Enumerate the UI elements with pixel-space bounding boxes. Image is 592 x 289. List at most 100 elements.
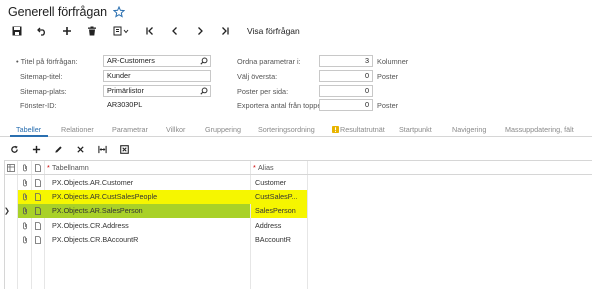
- required-indicator: •: [16, 57, 19, 66]
- export-top-label: Exportera antal från toppen:: [237, 101, 328, 110]
- tab-result-grid[interactable]: Resultatrutnät: [332, 125, 385, 134]
- sitemap-title-field[interactable]: Kunder: [103, 70, 211, 82]
- tab-result-grid-label: Resultatrutnät: [340, 125, 385, 134]
- note-icon[interactable]: [34, 207, 42, 215]
- sitemap-title-label: Sitemap-titel:: [20, 72, 63, 81]
- select-top-field[interactable]: 0: [319, 70, 373, 82]
- cell-table-name[interactable]: PX.Objects.AR.SalesPerson: [49, 204, 249, 218]
- delete-row-icon[interactable]: [74, 143, 86, 155]
- tab-grouping[interactable]: Gruppering: [205, 125, 241, 134]
- first-record-icon[interactable]: [143, 24, 157, 38]
- tab-sort-order[interactable]: Sorteringsordning: [258, 125, 315, 134]
- tab-bar: Tabeller Relationer Parametrar Villkor G…: [0, 123, 592, 137]
- view-query-button[interactable]: Visa förfrågan: [247, 26, 300, 36]
- star-icon[interactable]: [112, 5, 126, 18]
- tab-entry-point[interactable]: Startpunkt: [399, 125, 432, 134]
- cell-alias[interactable]: Address: [252, 219, 306, 233]
- table-row[interactable]: PX.Objects.CR.BAccountR BAccountR: [5, 233, 592, 247]
- current-row-indicator: ❯: [4, 208, 10, 215]
- note-icon: [35, 164, 41, 172]
- query-title-row: • Titel på förfrågan:: [16, 55, 78, 68]
- attachment-icon[interactable]: [21, 179, 29, 187]
- grid-settings-icon[interactable]: [7, 164, 15, 172]
- sitemap-location-label: Sitemap-plats:: [20, 87, 67, 96]
- note-icon[interactable]: [34, 179, 42, 187]
- fit-columns-icon[interactable]: [96, 143, 108, 155]
- records-per-page-label: Poster per sida:: [237, 87, 289, 96]
- note-icon[interactable]: [34, 236, 42, 244]
- attachment-icon[interactable]: [21, 207, 29, 215]
- records-per-page-value: 0: [364, 86, 369, 95]
- delete-icon[interactable]: [85, 24, 99, 38]
- query-title-field[interactable]: AR-Customers: [103, 55, 211, 67]
- cell-alias[interactable]: BAccountR: [252, 233, 306, 247]
- search-icon[interactable]: [200, 87, 208, 95]
- refresh-icon[interactable]: [8, 143, 20, 155]
- tables-grid: * Tabellnamn * Alias PX.Objects.AR.Custo…: [4, 160, 592, 289]
- main-toolbar: Visa förfrågan: [8, 22, 300, 40]
- select-top-value: 0: [364, 71, 369, 80]
- add-row-icon[interactable]: [30, 143, 42, 155]
- save-icon[interactable]: [10, 24, 24, 38]
- edit-icon[interactable]: [52, 143, 64, 155]
- arrange-params-field[interactable]: 3: [319, 55, 373, 67]
- warning-icon: [332, 126, 339, 133]
- cell-table-name[interactable]: PX.Objects.CR.Address: [49, 219, 249, 233]
- select-top-row: Välj översta:: [237, 70, 277, 83]
- attachment-icon[interactable]: [21, 236, 29, 244]
- grid-header: * Tabellnamn * Alias: [5, 161, 592, 175]
- next-record-icon[interactable]: [193, 24, 207, 38]
- previous-record-icon[interactable]: [168, 24, 182, 38]
- table-row[interactable]: PX.Objects.AR.Customer Customer: [5, 176, 592, 190]
- attachment-icon[interactable]: [21, 222, 29, 230]
- records-per-page-field[interactable]: 0: [319, 85, 373, 97]
- tab-tables[interactable]: Tabeller: [16, 125, 41, 134]
- tab-relations[interactable]: Relationer: [61, 125, 94, 134]
- active-tab-indicator: [10, 135, 48, 137]
- undo-icon[interactable]: [35, 24, 49, 38]
- export-excel-icon[interactable]: [118, 143, 130, 155]
- screen-id-label: Fönster-ID:: [20, 101, 57, 110]
- cell-alias[interactable]: CustSalesP...: [252, 190, 306, 204]
- table-row[interactable]: PX.Objects.CR.Address Address: [5, 219, 592, 233]
- cell-alias[interactable]: Customer: [252, 176, 306, 190]
- table-row[interactable]: PX.Objects.AR.CustSalesPeople CustSalesP…: [5, 190, 592, 204]
- note-icon[interactable]: [34, 193, 42, 201]
- sitemap-location-value: Primärlistor: [107, 86, 144, 95]
- cell-table-name[interactable]: PX.Objects.CR.BAccountR: [49, 233, 249, 247]
- required-indicator: *: [253, 163, 256, 172]
- select-top-label: Välj översta:: [237, 72, 278, 81]
- grid-toolbar: [8, 142, 140, 156]
- records-per-page-row: Poster per sida:: [237, 85, 288, 98]
- column-header-alias[interactable]: Alias: [258, 161, 274, 175]
- attachment-icon: [23, 164, 27, 172]
- title-bar: Generell förfrågan: [8, 3, 126, 21]
- arrange-params-row: Ordna parametrar i:: [237, 55, 301, 68]
- export-top-value: 0: [364, 100, 369, 109]
- cell-table-name[interactable]: PX.Objects.AR.Customer: [49, 176, 249, 190]
- note-icon[interactable]: [34, 222, 42, 230]
- tab-conditions[interactable]: Villkor: [166, 125, 185, 134]
- column-header-table-name[interactable]: Tabellnamn: [52, 161, 89, 175]
- copy-paste-dropdown-icon[interactable]: [110, 24, 132, 38]
- export-top-row: Exportera antal från toppen:: [237, 99, 327, 112]
- attachment-icon[interactable]: [21, 193, 29, 201]
- cell-table-name[interactable]: PX.Objects.AR.CustSalesPeople: [49, 190, 249, 204]
- screen-id-value: AR3030PL: [107, 100, 143, 109]
- tab-navigation[interactable]: Navigering: [452, 125, 486, 134]
- tab-parameters[interactable]: Parametrar: [112, 125, 148, 134]
- last-record-icon[interactable]: [218, 24, 232, 38]
- table-row[interactable]: ❯ PX.Objects.AR.SalesPerson SalesPerson: [4, 204, 592, 218]
- arrange-params-label: Ordna parametrar i:: [237, 57, 301, 66]
- arrange-params-value: 3: [364, 56, 369, 65]
- records-suffix: Poster: [377, 101, 399, 110]
- add-icon[interactable]: [60, 24, 74, 38]
- search-icon[interactable]: [200, 57, 208, 65]
- tab-mass-update-fields[interactable]: Massuppdatering, fält: [505, 125, 574, 134]
- query-title-value: AR-Customers: [107, 56, 155, 65]
- export-top-field[interactable]: 0: [319, 99, 373, 111]
- required-indicator: *: [47, 163, 50, 172]
- sitemap-location-field[interactable]: Primärlistor: [103, 85, 211, 97]
- screen-id-row: Fönster-ID:: [20, 99, 57, 112]
- cell-alias[interactable]: SalesPerson: [252, 204, 306, 218]
